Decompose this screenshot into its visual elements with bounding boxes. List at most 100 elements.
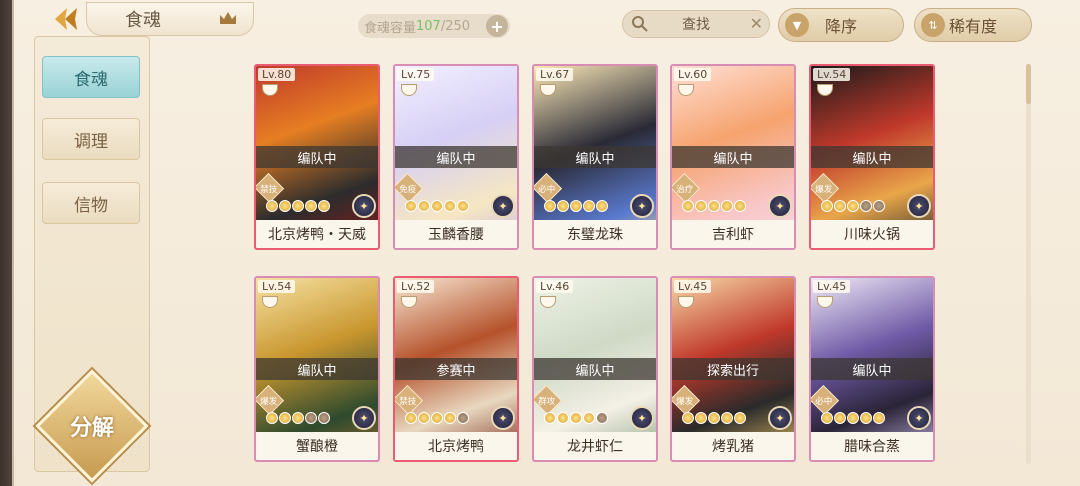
food-soul-card[interactable]: Lv.80 编队中 禁技 ✦ 北京烤鸭・天威 bbox=[254, 64, 380, 250]
star-rating bbox=[266, 412, 330, 424]
star-icon bbox=[708, 200, 720, 212]
card-name: 蟹酿橙 bbox=[256, 432, 378, 460]
element-gem-icon: ✦ bbox=[768, 194, 792, 218]
star-icon bbox=[405, 200, 417, 212]
card-status: 编队中 bbox=[672, 146, 794, 168]
card-level: Lv.52 bbox=[397, 280, 435, 293]
role-badge-label: 免疫 bbox=[399, 185, 417, 195]
food-soul-card[interactable]: Lv.67 编队中 必中 ✦ 东璧龙珠 bbox=[532, 64, 658, 250]
star-icon bbox=[570, 412, 582, 424]
search-label: 查找 bbox=[682, 17, 710, 33]
sort-toggle-icon: ⇅ bbox=[921, 13, 945, 37]
star-rating bbox=[266, 200, 330, 212]
back-arrow-icon bbox=[55, 8, 77, 30]
star-icon bbox=[821, 200, 833, 212]
star-icon bbox=[834, 412, 846, 424]
star-rating bbox=[821, 200, 885, 212]
card-name: 龙井虾仁 bbox=[534, 432, 656, 460]
star-icon bbox=[418, 200, 430, 212]
star-icon bbox=[873, 200, 885, 212]
food-soul-card[interactable]: Lv.60 编队中 治疗 ✦ 吉利虾 bbox=[670, 64, 796, 250]
star-icon bbox=[444, 200, 456, 212]
star-icon bbox=[305, 200, 317, 212]
star-icon bbox=[431, 412, 443, 424]
card-status: 编队中 bbox=[811, 146, 933, 168]
decompose-label[interactable]: 分解 bbox=[56, 406, 128, 446]
card-level: Lv.54 bbox=[258, 280, 296, 293]
card-name: 吉利虾 bbox=[672, 220, 794, 248]
star-icon bbox=[734, 412, 746, 424]
star-icon bbox=[431, 200, 443, 212]
sort-order-label: 降序 bbox=[824, 17, 857, 36]
capacity-indicator: 食魂容量 107 /250 + bbox=[358, 14, 510, 38]
star-icon bbox=[292, 200, 304, 212]
crown-icon bbox=[218, 10, 238, 26]
card-name: 烤乳猪 bbox=[672, 432, 794, 460]
food-soul-card[interactable]: Lv.54 编队中 爆发 ✦ 川味火锅 bbox=[809, 64, 935, 250]
scrollbar-track[interactable] bbox=[1026, 64, 1031, 464]
star-icon bbox=[860, 412, 872, 424]
back-button[interactable] bbox=[46, 4, 86, 34]
add-capacity-button[interactable]: + bbox=[486, 15, 508, 37]
star-rating bbox=[544, 412, 608, 424]
food-soul-card[interactable]: Lv.45 探索出行 爆发 ✦ 烤乳猪 bbox=[670, 276, 796, 462]
card-name: 腊味合蒸 bbox=[811, 432, 933, 460]
star-rating bbox=[544, 200, 608, 212]
star-icon bbox=[544, 200, 556, 212]
star-icon bbox=[570, 200, 582, 212]
food-soul-card[interactable]: Lv.75 编队中 免疫 ✦ 玉麟香腰 bbox=[393, 64, 519, 250]
star-rating bbox=[682, 412, 746, 424]
star-icon bbox=[557, 200, 569, 212]
star-icon bbox=[457, 200, 469, 212]
element-gem-icon: ✦ bbox=[491, 194, 515, 218]
star-icon bbox=[873, 412, 885, 424]
element-gem-icon: ✦ bbox=[630, 194, 654, 218]
capacity-current: 107 bbox=[416, 18, 441, 34]
sort-order-button[interactable]: ▼ 降序 bbox=[778, 8, 904, 42]
star-icon bbox=[860, 200, 872, 212]
page-title-text: 食魂 bbox=[125, 10, 161, 31]
food-soul-card[interactable]: Lv.54 编队中 爆发 ✦ 蟹酿橙 bbox=[254, 276, 380, 462]
card-level: Lv.75 bbox=[397, 68, 435, 81]
sidebar-item-label: 调理 bbox=[74, 131, 108, 152]
star-icon bbox=[557, 412, 569, 424]
rarity-sort-button[interactable]: ⇅ 稀有度 bbox=[914, 8, 1032, 42]
star-icon bbox=[734, 200, 746, 212]
card-status: 编队中 bbox=[256, 146, 378, 168]
food-soul-card[interactable]: Lv.45 编队中 必中 ✦ 腊味合蒸 bbox=[809, 276, 935, 462]
star-icon bbox=[444, 412, 456, 424]
role-badge-label: 群攻 bbox=[538, 397, 556, 407]
star-icon bbox=[583, 412, 595, 424]
food-soul-card[interactable]: Lv.52 参赛中 禁技 ✦ 北京烤鸭 bbox=[393, 276, 519, 462]
clear-search-icon[interactable]: ✕ bbox=[750, 14, 763, 33]
star-icon bbox=[847, 200, 859, 212]
sidebar-item-label: 信物 bbox=[74, 195, 108, 216]
sidebar-item-tokens[interactable]: 信物 bbox=[42, 182, 140, 224]
star-rating bbox=[821, 412, 885, 424]
sidebar-item-cooking[interactable]: 调理 bbox=[42, 118, 140, 160]
element-gem-icon: ✦ bbox=[491, 406, 515, 430]
element-gem-icon: ✦ bbox=[352, 406, 376, 430]
sidebar-item-food-souls[interactable]: 食魂 bbox=[42, 56, 140, 98]
card-status: 参赛中 bbox=[395, 358, 517, 380]
star-icon bbox=[305, 412, 317, 424]
card-status: 编队中 bbox=[395, 146, 517, 168]
card-name: 川味火锅 bbox=[811, 220, 933, 248]
card-level: Lv.67 bbox=[536, 68, 574, 81]
card-status: 探索出行 bbox=[672, 358, 794, 380]
star-icon bbox=[279, 412, 291, 424]
sort-down-icon: ▼ bbox=[785, 13, 809, 37]
role-badge-label: 爆发 bbox=[676, 397, 694, 407]
star-icon bbox=[405, 412, 417, 424]
card-level: Lv.46 bbox=[536, 280, 574, 293]
star-icon bbox=[708, 412, 720, 424]
star-icon bbox=[821, 412, 833, 424]
food-soul-card[interactable]: Lv.46 编队中 群攻 ✦ 龙井虾仁 bbox=[532, 276, 658, 462]
search-bar[interactable]: 查找 ✕ bbox=[622, 10, 770, 38]
card-status: 编队中 bbox=[534, 358, 656, 380]
star-icon bbox=[318, 200, 330, 212]
card-name: 北京烤鸭・天威 bbox=[256, 220, 378, 248]
card-level: Lv.80 bbox=[258, 68, 296, 81]
rarity-sort-label: 稀有度 bbox=[948, 17, 997, 36]
scrollbar-thumb[interactable] bbox=[1026, 64, 1031, 104]
